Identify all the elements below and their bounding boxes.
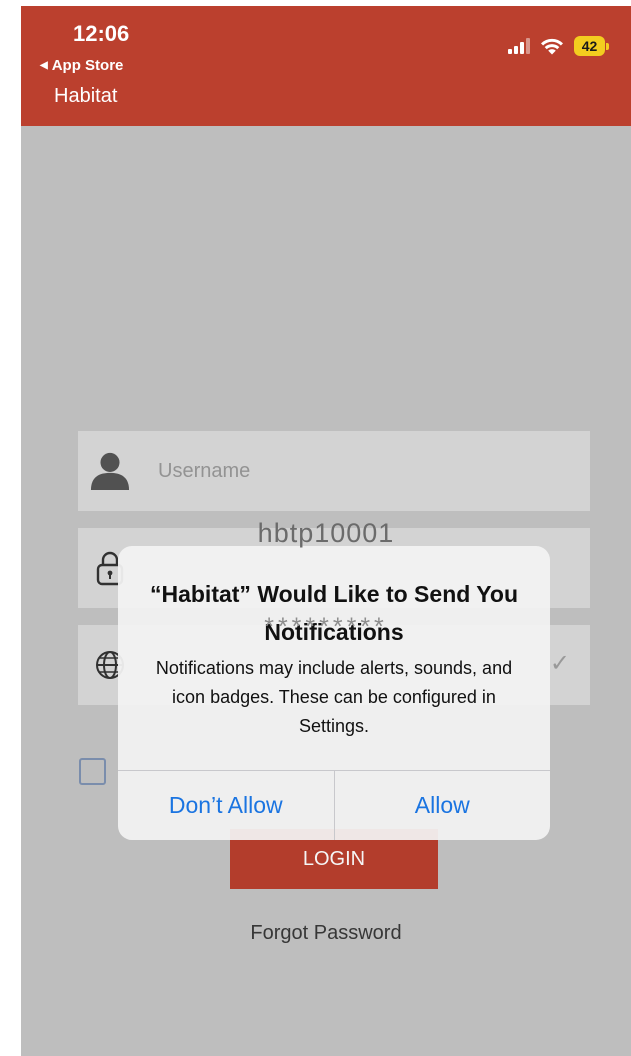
dont-allow-button[interactable]: Don’t Allow	[118, 771, 334, 840]
back-label: App Store	[51, 57, 124, 74]
app-title: Habitat	[54, 85, 118, 107]
back-to-app-store-link[interactable]: ◀ App Store	[40, 57, 123, 74]
status-time: 12:06	[73, 21, 130, 46]
battery-indicator: 42	[574, 36, 605, 56]
password-mask-overlay: *********	[264, 613, 388, 641]
cellular-signal-icon	[508, 38, 530, 54]
allow-button[interactable]: Allow	[333, 771, 551, 840]
app-header: 12:06 ◀ App Store Habitat 42	[21, 6, 631, 126]
back-triangle-icon: ◀	[40, 60, 48, 71]
status-icons: 42	[508, 36, 609, 56]
alert-actions: Don’t Allow Allow	[118, 770, 550, 840]
username-value-overlay: hbtp10001	[257, 518, 395, 548]
wifi-icon	[541, 38, 563, 54]
battery-tip-icon	[606, 42, 609, 50]
alert-message: Notifications may include alerts, sounds…	[155, 658, 513, 736]
notification-permission-alert: “Habitat” Would Like to Send You Notific…	[118, 546, 550, 840]
app-screen: 12:06 ◀ App Store Habitat 42 Username ✓ …	[21, 6, 631, 1056]
